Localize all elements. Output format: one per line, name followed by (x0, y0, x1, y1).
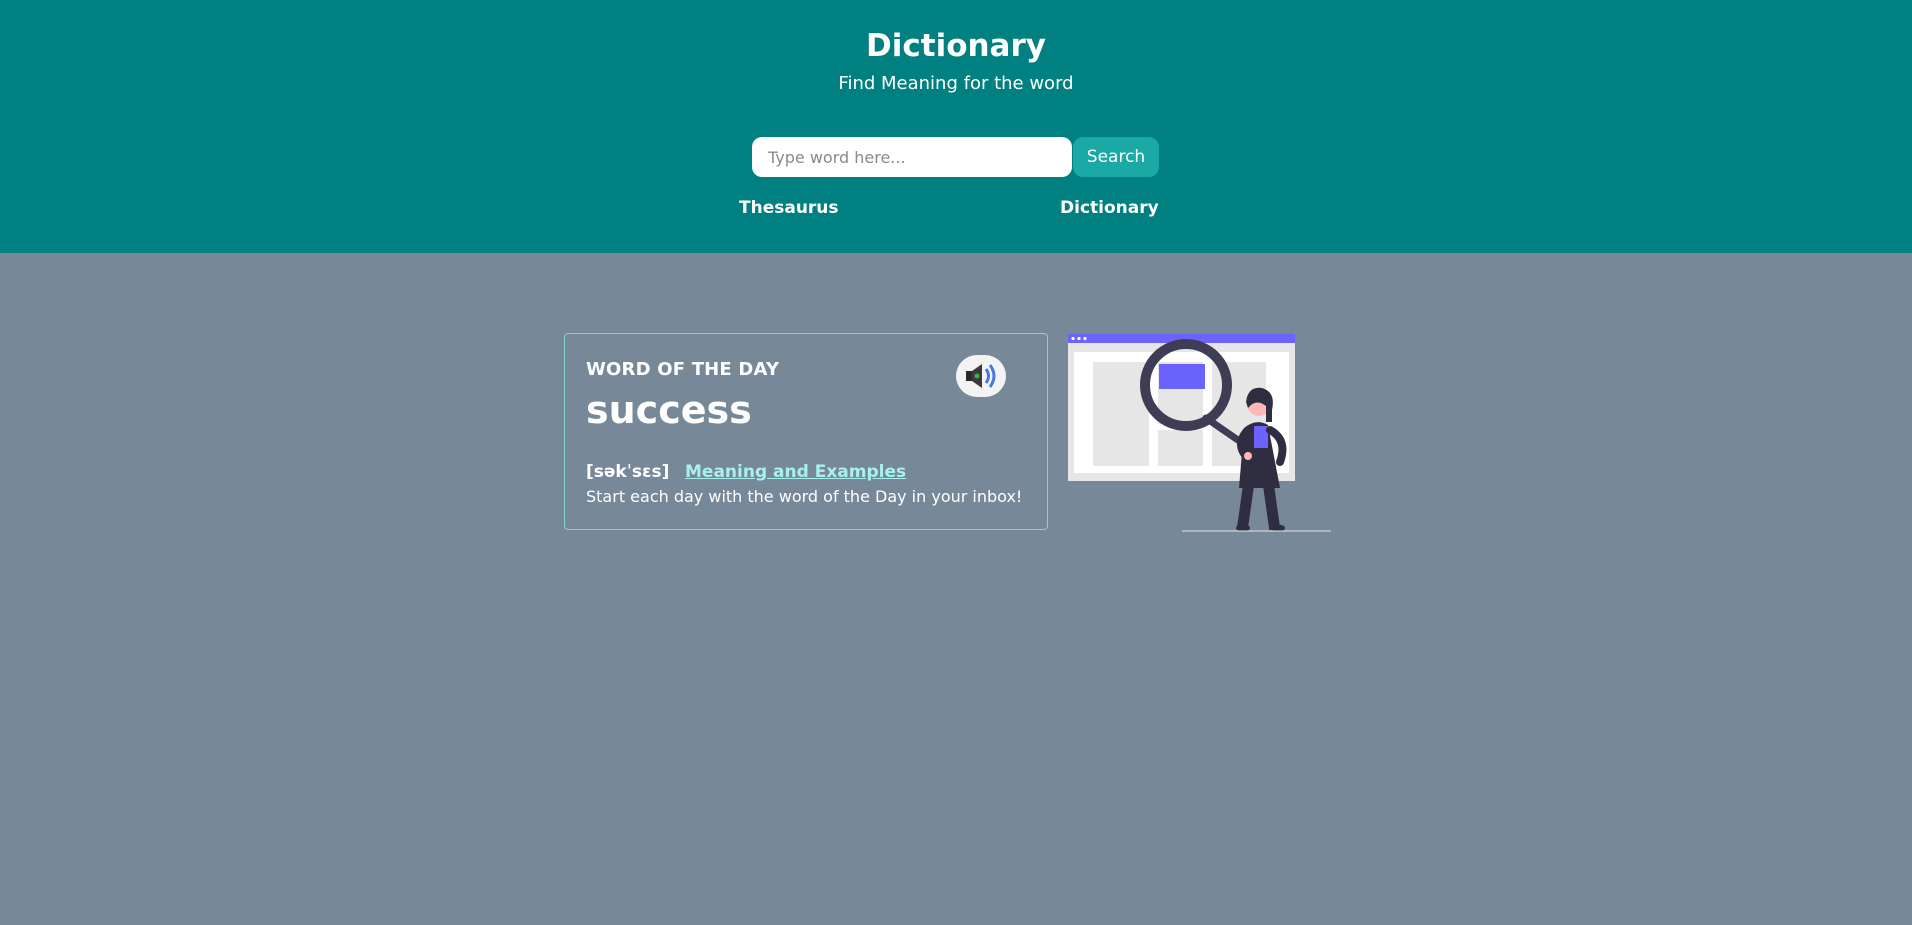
pronunciation: [səkˈsɛs] (586, 462, 670, 482)
header: Dictionary Find Meaning for the word Sea… (0, 0, 1912, 253)
magnifier-person-illustration (1066, 330, 1331, 539)
search-button[interactable]: Search (1073, 137, 1159, 177)
word-of-the-day-description: Start each day with the word of the Day … (586, 487, 1023, 506)
nav-dictionary-link[interactable]: Dictionary (1060, 198, 1159, 218)
page-title: Dictionary (866, 28, 1046, 64)
word-of-the-day-word: success (586, 388, 752, 432)
meaning-examples-link[interactable]: Meaning and Examples (685, 462, 906, 482)
speaker-icon (966, 364, 996, 388)
word-of-the-day-label: WORD OF THE DAY (586, 359, 780, 380)
search-input[interactable] (752, 137, 1072, 177)
word-of-the-day-card: WORD OF THE DAY success [səkˈsɛs] Meanin… (564, 333, 1048, 530)
nav-thesaurus-link[interactable]: Thesaurus (739, 198, 839, 218)
play-audio-button[interactable] (956, 355, 1006, 397)
page-subtitle: Find Meaning for the word (838, 73, 1074, 94)
